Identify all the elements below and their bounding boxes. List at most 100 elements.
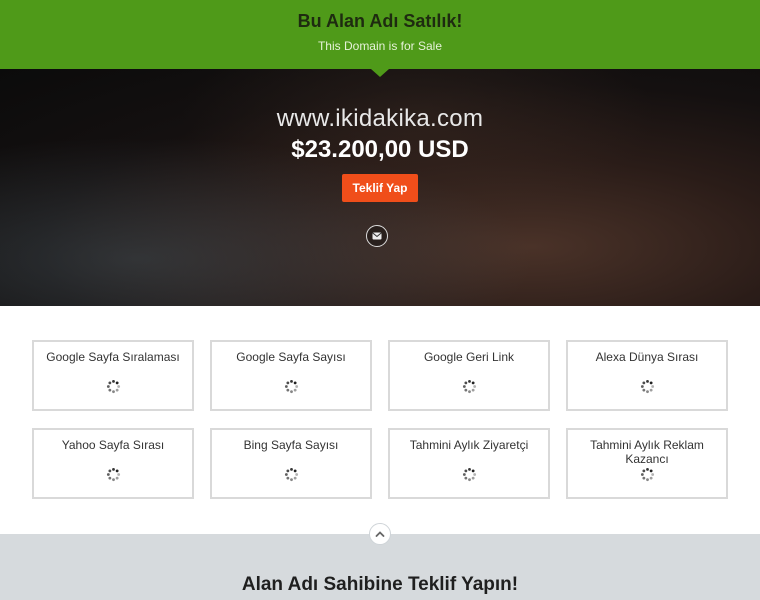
spinner-dot [649, 476, 653, 480]
spinner-dot [651, 473, 655, 476]
spinner-dot [464, 381, 468, 385]
spinner-dot [471, 388, 475, 392]
spinner-dot [112, 478, 115, 482]
spinner-dot [115, 388, 119, 392]
stat-label: Alexa Dünya Sırası [595, 350, 699, 364]
loading-spinner-icon [106, 467, 121, 482]
spinner-dot [464, 476, 468, 480]
spinner-dot [293, 476, 297, 480]
domain-price: $23.200,00 USD [291, 136, 469, 163]
spinner-dot [646, 478, 649, 482]
spinner-dot [642, 476, 646, 480]
spinner-dot [286, 381, 290, 385]
spinner-dot [115, 381, 119, 385]
spinner-dot [112, 467, 115, 471]
spinner-dot [112, 379, 115, 383]
spinner-dot [117, 473, 121, 476]
spinner-dot [290, 478, 293, 482]
spinner-dot [642, 381, 646, 385]
spinner-dot [471, 381, 475, 385]
spinner-dot [471, 469, 475, 473]
loading-spinner-icon [462, 379, 477, 394]
stat-label: Bing Sayfa Sayısı [243, 438, 339, 452]
banner-pointer [371, 69, 389, 77]
spinner-dot [462, 385, 466, 388]
spinner-dot [286, 388, 290, 392]
scroll-up-button[interactable] [369, 523, 391, 545]
spinner-dot [293, 388, 297, 392]
top-banner: Bu Alan Adı Satılık! This Domain is for … [0, 0, 760, 69]
stat-box: Tahmini Aylık Reklam Kazancı [566, 428, 728, 499]
contact-mail-button[interactable] [366, 225, 388, 247]
loading-spinner-icon [284, 379, 299, 394]
spinner-dot [106, 473, 110, 476]
loading-spinner-icon [640, 379, 655, 394]
stat-box: Google Sayfa Sayısı [210, 340, 372, 411]
domain-name: www.ikidakika.com [276, 105, 484, 132]
spinner-dot [473, 385, 477, 388]
spinner-dot [646, 390, 649, 394]
stat-box: Yahoo Sayfa Sırası [32, 428, 194, 499]
spinner-dot [108, 469, 112, 473]
spinner-dot [468, 390, 471, 394]
spinner-dot [473, 473, 477, 476]
spinner-dot [284, 385, 288, 388]
spinner-dot [468, 379, 471, 383]
chevron-up-icon [375, 531, 385, 537]
stat-label: Tahmini Aylık Reklam Kazancı [590, 438, 704, 466]
spinner-dot [649, 388, 653, 392]
spinner-dot [295, 385, 299, 388]
hero-section: www.ikidakika.com $23.200,00 USD Teklif … [0, 69, 760, 306]
offer-section-title: Alan Adı Sahibine Teklif Yapın! [241, 574, 519, 595]
spinner-dot [112, 390, 115, 394]
loading-spinner-icon [284, 467, 299, 482]
spinner-dot [290, 379, 293, 383]
stat-label: Tahmini Aylık Ziyaretçi [409, 438, 529, 452]
loading-spinner-icon [462, 467, 477, 482]
spinner-dot [651, 385, 655, 388]
spinner-dot [290, 390, 293, 394]
spinner-dot [649, 381, 653, 385]
stat-label: Google Sayfa Sayısı [236, 350, 346, 364]
spinner-dot [464, 469, 468, 473]
spinner-dot [290, 467, 293, 471]
spinner-dot [286, 469, 290, 473]
spinner-dot [642, 388, 646, 392]
spinner-dot [646, 467, 649, 471]
page-subtitle: This Domain is for Sale [317, 39, 443, 53]
spinner-dot [649, 469, 653, 473]
spinner-dot [108, 476, 112, 480]
spinner-dot [646, 379, 649, 383]
stat-box: Bing Sayfa Sayısı [210, 428, 372, 499]
envelope-icon [372, 232, 382, 240]
page-title: Bu Alan Adı Satılık! [297, 11, 463, 31]
stat-box: Tahmini Aylık Ziyaretçi [388, 428, 550, 499]
spinner-dot [462, 473, 466, 476]
stat-box: Google Geri Link [388, 340, 550, 411]
stat-label: Google Sayfa Sıralaması [46, 350, 180, 364]
spinner-dot [293, 381, 297, 385]
stat-box: Alexa Dünya Sırası [566, 340, 728, 411]
spinner-dot [115, 476, 119, 480]
spinner-dot [108, 388, 112, 392]
stat-label: Yahoo Sayfa Sırası [61, 438, 165, 452]
spinner-dot [640, 385, 644, 388]
spinner-dot [286, 476, 290, 480]
spinner-dot [108, 381, 112, 385]
spinner-dot [464, 388, 468, 392]
spinner-dot [468, 467, 471, 471]
spinner-dot [295, 473, 299, 476]
spinner-dot [106, 385, 110, 388]
spinner-dot [640, 473, 644, 476]
spinner-dot [117, 385, 121, 388]
spinner-dot [468, 478, 471, 482]
spinner-dot [642, 469, 646, 473]
spinner-dot [284, 473, 288, 476]
stat-label: Google Geri Link [423, 350, 515, 364]
spinner-dot [471, 476, 475, 480]
spinner-dot [115, 469, 119, 473]
spinner-dot [293, 469, 297, 473]
make-offer-button[interactable]: Teklif Yap [342, 174, 418, 202]
stat-box: Google Sayfa Sıralaması [32, 340, 194, 411]
loading-spinner-icon [640, 467, 655, 482]
